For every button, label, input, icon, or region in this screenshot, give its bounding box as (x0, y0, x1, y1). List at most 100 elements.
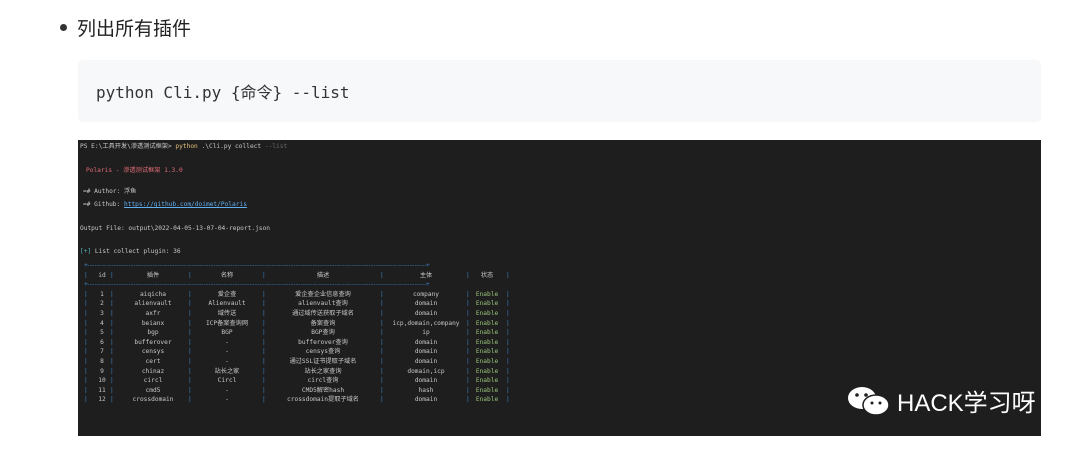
table-separator: | (84, 290, 88, 298)
table-separator: | (110, 367, 114, 375)
table-cell: Enable (475, 357, 499, 365)
table-cell: 3 (100, 309, 104, 317)
table-separator: | (110, 329, 114, 337)
table-cell: 通过SSL证书提取子域名 (289, 357, 357, 365)
table-cell: domain (414, 338, 438, 346)
table-cell: circl查询 (307, 377, 339, 385)
prompt-text: PS E:\工具开发\渗透测试框架> (80, 143, 172, 150)
header-cell: 描述 (316, 271, 330, 279)
table-cell: company (412, 290, 440, 298)
table-cell: hash (418, 386, 434, 394)
table-cell: 站长之家查询 (304, 367, 342, 375)
table-cell: crossdomain (132, 396, 174, 404)
table-cell: Enable (475, 319, 499, 327)
table-cell: 7 (100, 348, 104, 356)
table-cell: Circl (217, 377, 237, 385)
table-separator: | (110, 357, 114, 365)
table-separator: | (506, 396, 510, 404)
table-separator: | (84, 377, 88, 385)
table-cell: Enable (475, 329, 499, 337)
table-border: +---------------------------------------… (84, 281, 430, 289)
table-cell: axfr (145, 309, 161, 317)
table-cell: BGP (221, 329, 233, 337)
header-cell: 插件 (146, 271, 160, 279)
section-heading: 列出所有插件 (60, 14, 191, 41)
table-cell: ICP备案查询网 (205, 319, 249, 327)
table-cell: Enable (475, 338, 499, 346)
author-line: =# Author: 浮鱼 (83, 188, 137, 195)
watermark: HACK学习呀 (845, 383, 1036, 418)
table-cell: 备案查询 (310, 319, 336, 327)
table-cell: Alienvault (208, 300, 246, 308)
table-separator: | (110, 396, 114, 404)
table-separator: | (110, 338, 114, 346)
table-cell: bufferover查询 (298, 338, 348, 346)
table-cell: domain (414, 357, 438, 365)
table-separator: | (84, 319, 88, 327)
table-separator: | (84, 271, 88, 279)
table-separator: | (110, 386, 114, 394)
table-separator: | (84, 300, 88, 308)
table-cell: 爱企查 (217, 290, 237, 298)
table-cell: cmd5 (145, 386, 161, 394)
table-cell: 9 (100, 367, 104, 375)
table-separator: | (506, 300, 510, 308)
table-cell: Enable (475, 290, 499, 298)
wechat-icon (848, 386, 890, 416)
table-separator: | (84, 357, 88, 365)
table-cell: - (225, 348, 229, 356)
table-cell: Enable (475, 300, 499, 308)
table-cell: - (225, 338, 229, 346)
table-separator: | (506, 386, 510, 394)
table-separator: | (84, 309, 88, 317)
table-cell: domain (414, 300, 438, 308)
table-separator: | (506, 329, 510, 337)
table-separator: | (84, 367, 88, 375)
table-cell: 6 (100, 338, 104, 346)
code-block: python Cli.py {命令} --list (78, 60, 1041, 122)
header-cell: id (98, 271, 106, 279)
header-cell: 状态 (480, 271, 494, 279)
bullet-icon (60, 24, 67, 31)
table-cell: bgp (147, 329, 159, 337)
table-cell: 10 (98, 377, 106, 385)
cmd-script: .\Cli.py collect (201, 143, 262, 150)
list-line: [+] List collect plugin: 36 (80, 248, 181, 256)
header-cell: 主体 (419, 271, 433, 279)
watermark-text: HACK学习呀 (897, 390, 1036, 417)
table-cell: beianx (141, 319, 165, 327)
table-cell: domain (414, 396, 438, 404)
table-cell: alienvault (134, 300, 172, 308)
cmd-flag: --list (264, 143, 288, 150)
github-label: =# Github: (83, 201, 121, 208)
table-cell: 5 (100, 329, 104, 337)
table-separator: | (110, 319, 114, 327)
table-separator: | (506, 338, 510, 346)
table-cell: aiqicha (139, 290, 167, 298)
table-cell: 域传送 (217, 309, 237, 317)
table-cell: chinaz (141, 367, 165, 375)
table-cell: Enable (475, 367, 499, 375)
table-cell: bufferover (134, 338, 172, 346)
output-file-line: Output File: output\2022-04-05-13-07-04-… (80, 225, 270, 232)
list-marker: [+] (80, 248, 92, 255)
table-separator: | (110, 309, 114, 317)
table-cell: CMD5解密hash (301, 386, 345, 394)
table-separator: | (84, 396, 88, 404)
github-line: =# Github: https://github.com/doimet/Pol… (83, 201, 247, 209)
table-cell: censys查询 (305, 348, 341, 356)
table-cell: crossdomain提取子域名 (287, 396, 359, 404)
table-separator: | (110, 300, 114, 308)
table-cell: domain,icp (407, 367, 445, 375)
list-text: List collect plugin: 36 (94, 248, 181, 255)
table-cell: 站长之家 (214, 367, 240, 375)
github-link[interactable]: https://github.com/doimet/Polaris (124, 201, 247, 208)
table-cell: 爱企查企业信息查询 (295, 290, 351, 298)
table-separator: | (506, 348, 510, 356)
table-cell: Enable (475, 396, 499, 404)
table-separator: | (506, 377, 510, 385)
code-command[interactable]: python Cli.py {命令} --list (96, 79, 350, 103)
table-separator: | (506, 367, 510, 375)
table-cell: 11 (98, 386, 106, 394)
table-separator: | (84, 329, 88, 337)
